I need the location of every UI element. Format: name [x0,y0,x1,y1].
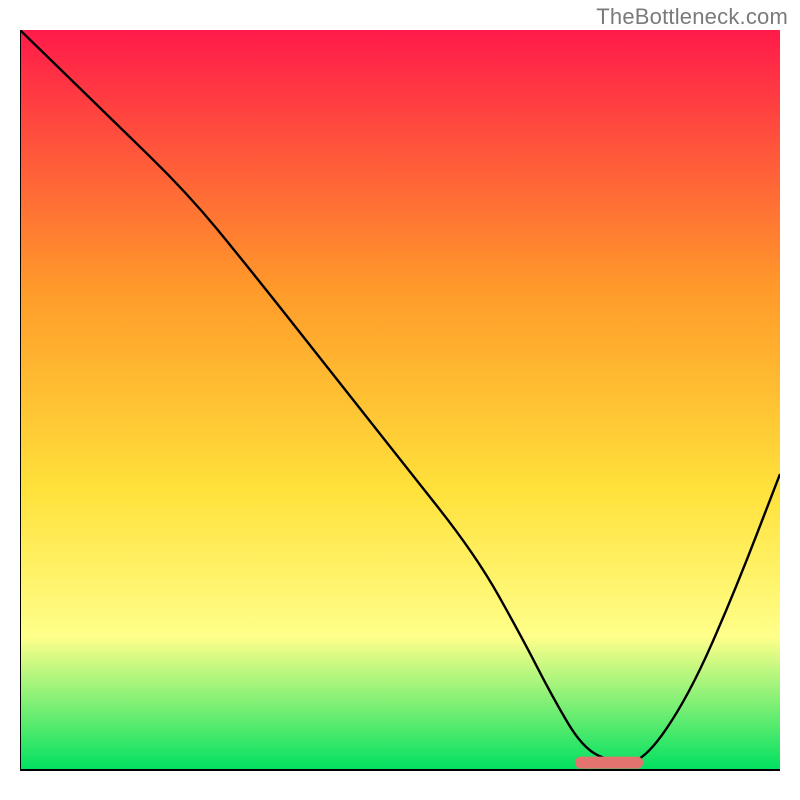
chart-container: TheBottleneck.com [0,0,800,800]
watermark-text: TheBottleneck.com [596,4,788,30]
bottleneck-chart [20,30,780,790]
optimal-marker [575,757,643,769]
